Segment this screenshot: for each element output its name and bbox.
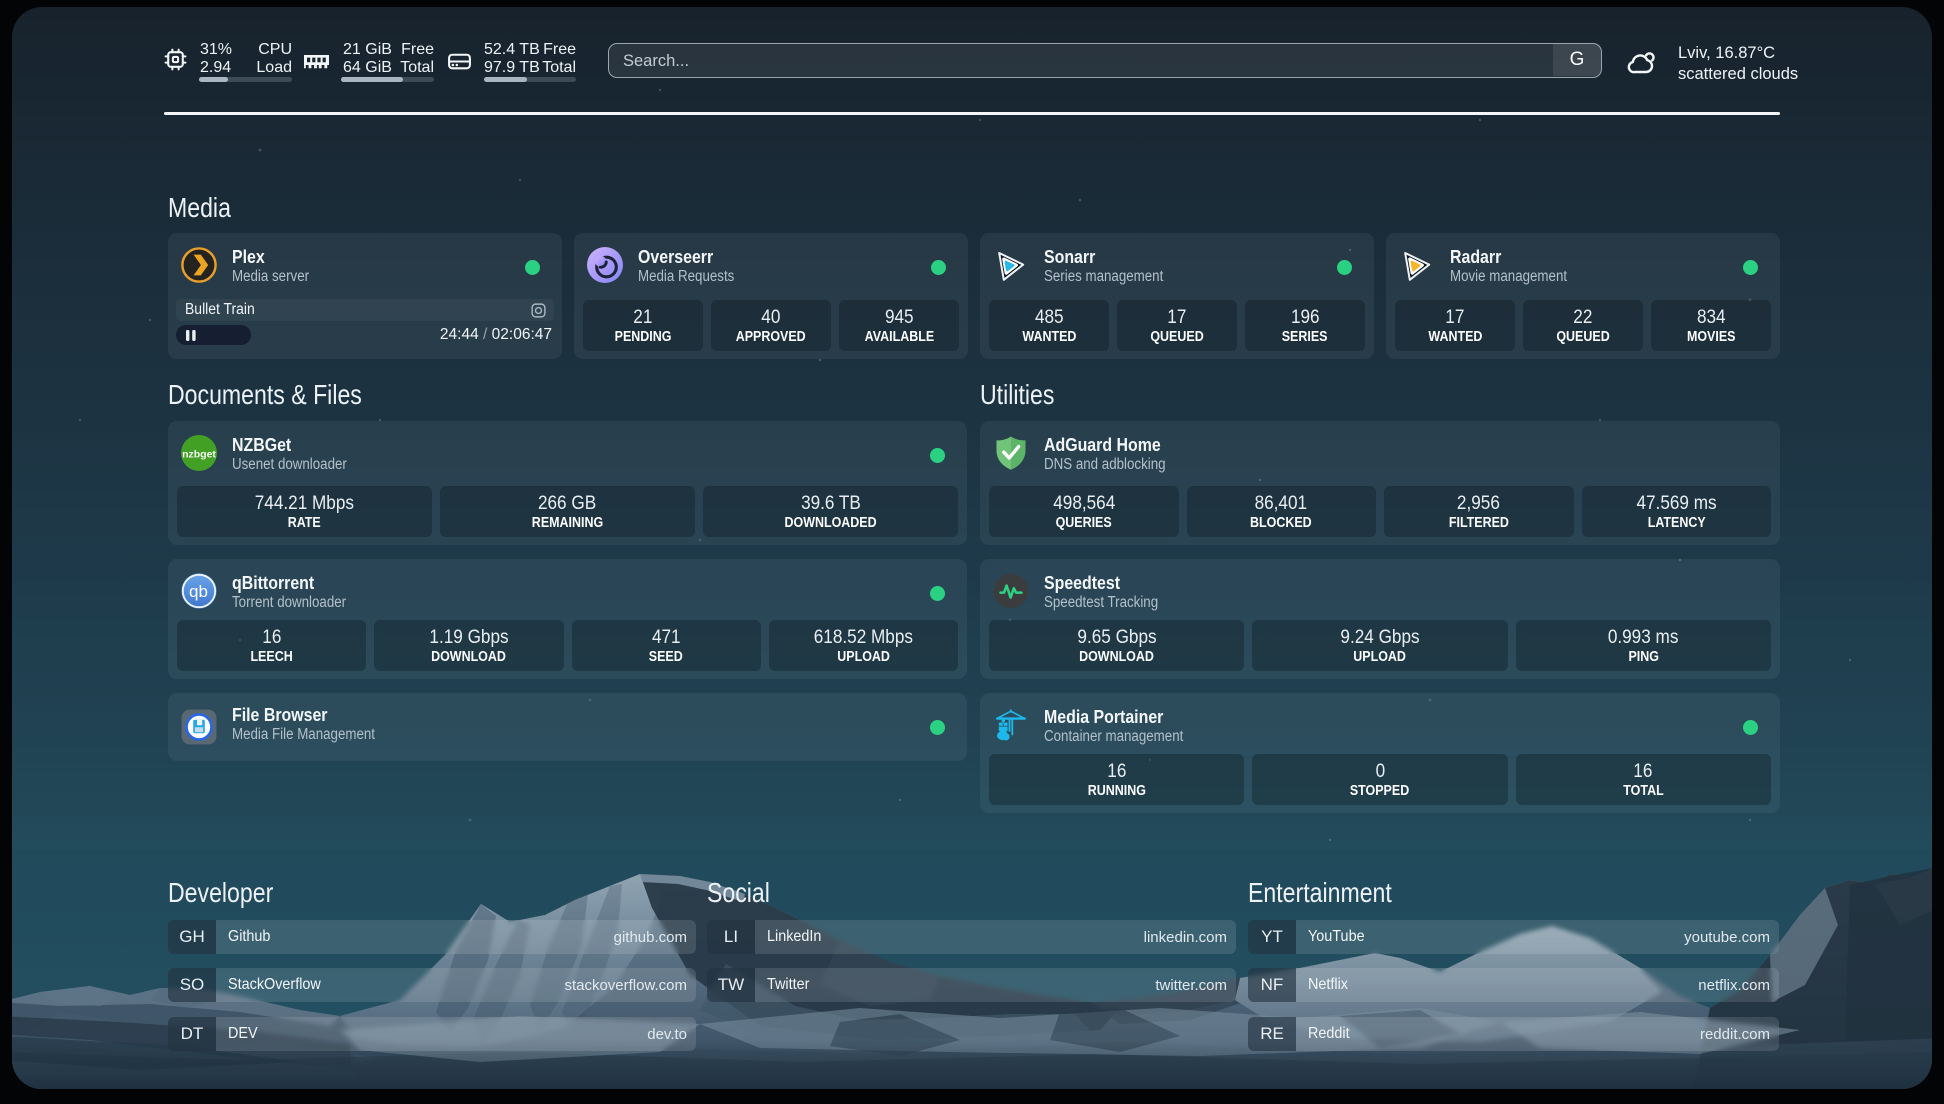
svg-text:qb: qb (189, 582, 208, 601)
svg-text:nzbget: nzbget (182, 449, 216, 461)
